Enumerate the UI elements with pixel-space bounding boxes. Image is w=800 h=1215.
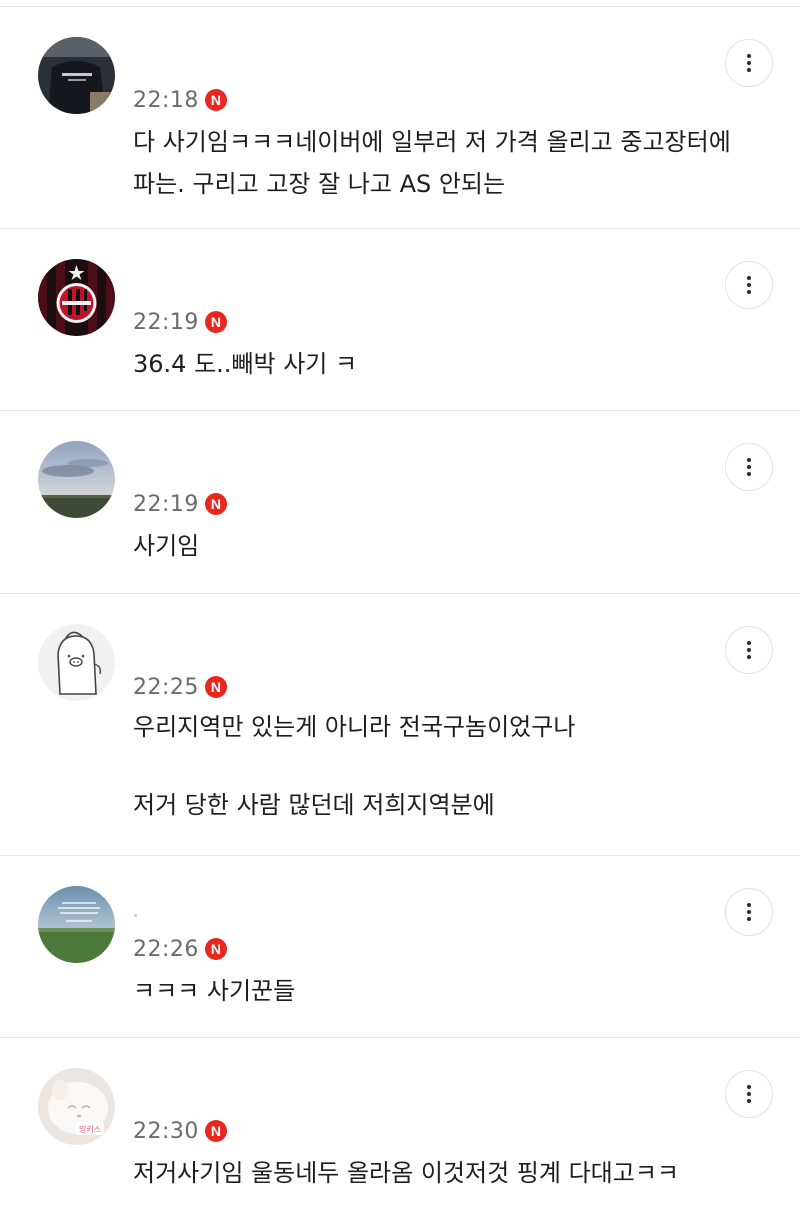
naver-n-badge-icon: N bbox=[204, 311, 227, 333]
avatar[interactable] bbox=[38, 886, 115, 963]
more-options-button[interactable] bbox=[725, 39, 773, 87]
comment-time: 22:25 bbox=[133, 674, 199, 700]
more-vertical-icon-dot bbox=[747, 910, 751, 914]
comment-text: 사기임 bbox=[133, 532, 200, 560]
more-vertical-icon-dot bbox=[747, 1085, 751, 1089]
comment-text: 저거사기임 울동네두 올라옴 이것저것 핑계 다대고ㅋㅋ bbox=[133, 1159, 679, 1187]
more-vertical-icon-dot bbox=[747, 472, 751, 476]
comment-text: 우리지역만 있는게 아니라 전국구놈이었구나 저거 당한 사람 많던데 저희지역… bbox=[133, 713, 576, 819]
naver-n-badge-icon: N bbox=[204, 1120, 227, 1142]
badge-label: N bbox=[210, 496, 221, 512]
avatar[interactable] bbox=[38, 441, 115, 518]
more-vertical-icon-dot bbox=[747, 68, 751, 72]
comment-meta: 22:18 N bbox=[133, 81, 227, 119]
more-vertical-icon-dot bbox=[747, 290, 751, 294]
comment-item: 22:26 N ㅋㅋㅋ 사기꾼들 bbox=[0, 856, 800, 1038]
more-vertical-icon-dot bbox=[747, 283, 751, 287]
badge-label: N bbox=[210, 679, 221, 695]
more-options-button[interactable] bbox=[725, 261, 773, 309]
naver-n-badge-icon: N bbox=[204, 493, 227, 515]
naver-n-badge-icon: N bbox=[204, 676, 227, 698]
avatar-ac-milan-crest-icon bbox=[38, 259, 115, 336]
avatar[interactable] bbox=[38, 37, 115, 114]
comment-item: 밍키스 22:30 N 저거사기임 울동네두 올라옴 이것저것 핑계 다대고ㅋㅋ bbox=[0, 1038, 800, 1215]
comment-item: 22:25 N 우리지역만 있는게 아니라 전국구놈이었구나 저거 당한 사람 … bbox=[0, 594, 800, 856]
badge-label: N bbox=[210, 1123, 221, 1139]
comment-meta: 22:19 N bbox=[133, 485, 227, 523]
comment-text: 36.4 도..빼박 사기 ㅋ bbox=[133, 350, 358, 378]
nickname-placeholder bbox=[134, 914, 137, 917]
more-vertical-icon-dot bbox=[747, 465, 751, 469]
more-options-button[interactable] bbox=[725, 888, 773, 936]
more-vertical-icon-dot bbox=[747, 1099, 751, 1103]
comment-meta: 22:26 N bbox=[133, 930, 227, 968]
more-vertical-icon-dot bbox=[747, 917, 751, 921]
naver-n-badge-icon: N bbox=[204, 89, 227, 111]
more-vertical-icon-dot bbox=[747, 655, 751, 659]
comment-time: 22:18 bbox=[133, 87, 199, 113]
more-vertical-icon-dot bbox=[747, 458, 751, 462]
badge-label: N bbox=[210, 941, 221, 957]
avatar[interactable]: 밍키스 bbox=[38, 1068, 115, 1145]
comment-text: ㅋㅋㅋ 사기꾼들 bbox=[133, 977, 296, 1005]
comment-time: 22:19 bbox=[133, 309, 199, 335]
badge-label: N bbox=[210, 314, 221, 330]
avatar-pig-cartoon-icon bbox=[38, 624, 115, 701]
badge-label: N bbox=[210, 92, 221, 108]
more-vertical-icon-dot bbox=[747, 903, 751, 907]
avatar-green-field-icon bbox=[38, 886, 115, 963]
more-options-button[interactable] bbox=[725, 626, 773, 674]
avatar-sky-landscape-icon bbox=[38, 441, 115, 518]
more-vertical-icon-dot bbox=[747, 61, 751, 65]
comment-text: 다 사기임ㅋㅋㅋ네이버에 일부러 저 가격 올리고 중고장터에 파는. 구리고 … bbox=[133, 128, 731, 198]
comment-meta: 22:25 N bbox=[133, 668, 227, 706]
naver-n-badge-icon: N bbox=[204, 938, 227, 960]
more-vertical-icon-dot bbox=[747, 641, 751, 645]
comment-time: 22:30 bbox=[133, 1118, 199, 1144]
comment-item: 22:19 N 사기임 bbox=[0, 411, 800, 594]
avatar-dark-jacket-icon bbox=[38, 37, 115, 114]
comment-item: 22:18 N 다 사기임ㅋㅋㅋ네이버에 일부러 저 가격 올리고 중고장터에 … bbox=[0, 7, 800, 229]
more-vertical-icon-dot bbox=[747, 54, 751, 58]
comment-time: 22:26 bbox=[133, 936, 199, 962]
more-options-button[interactable] bbox=[725, 443, 773, 491]
comment-time: 22:19 bbox=[133, 491, 199, 517]
comment-meta: 22:30 N bbox=[133, 1112, 227, 1150]
avatar[interactable] bbox=[38, 624, 115, 701]
more-vertical-icon-dot bbox=[747, 276, 751, 280]
avatar[interactable] bbox=[38, 259, 115, 336]
comment-item: 22:19 N 36.4 도..빼박 사기 ㅋ bbox=[0, 229, 800, 411]
comment-meta: 22:19 N bbox=[133, 303, 227, 341]
avatar-white-cat-icon: 밍키스 bbox=[38, 1068, 115, 1145]
more-vertical-icon-dot bbox=[747, 648, 751, 652]
more-vertical-icon-dot bbox=[747, 1092, 751, 1096]
avatar-label: 밍키스 bbox=[79, 1124, 101, 1134]
more-options-button[interactable] bbox=[725, 1070, 773, 1118]
